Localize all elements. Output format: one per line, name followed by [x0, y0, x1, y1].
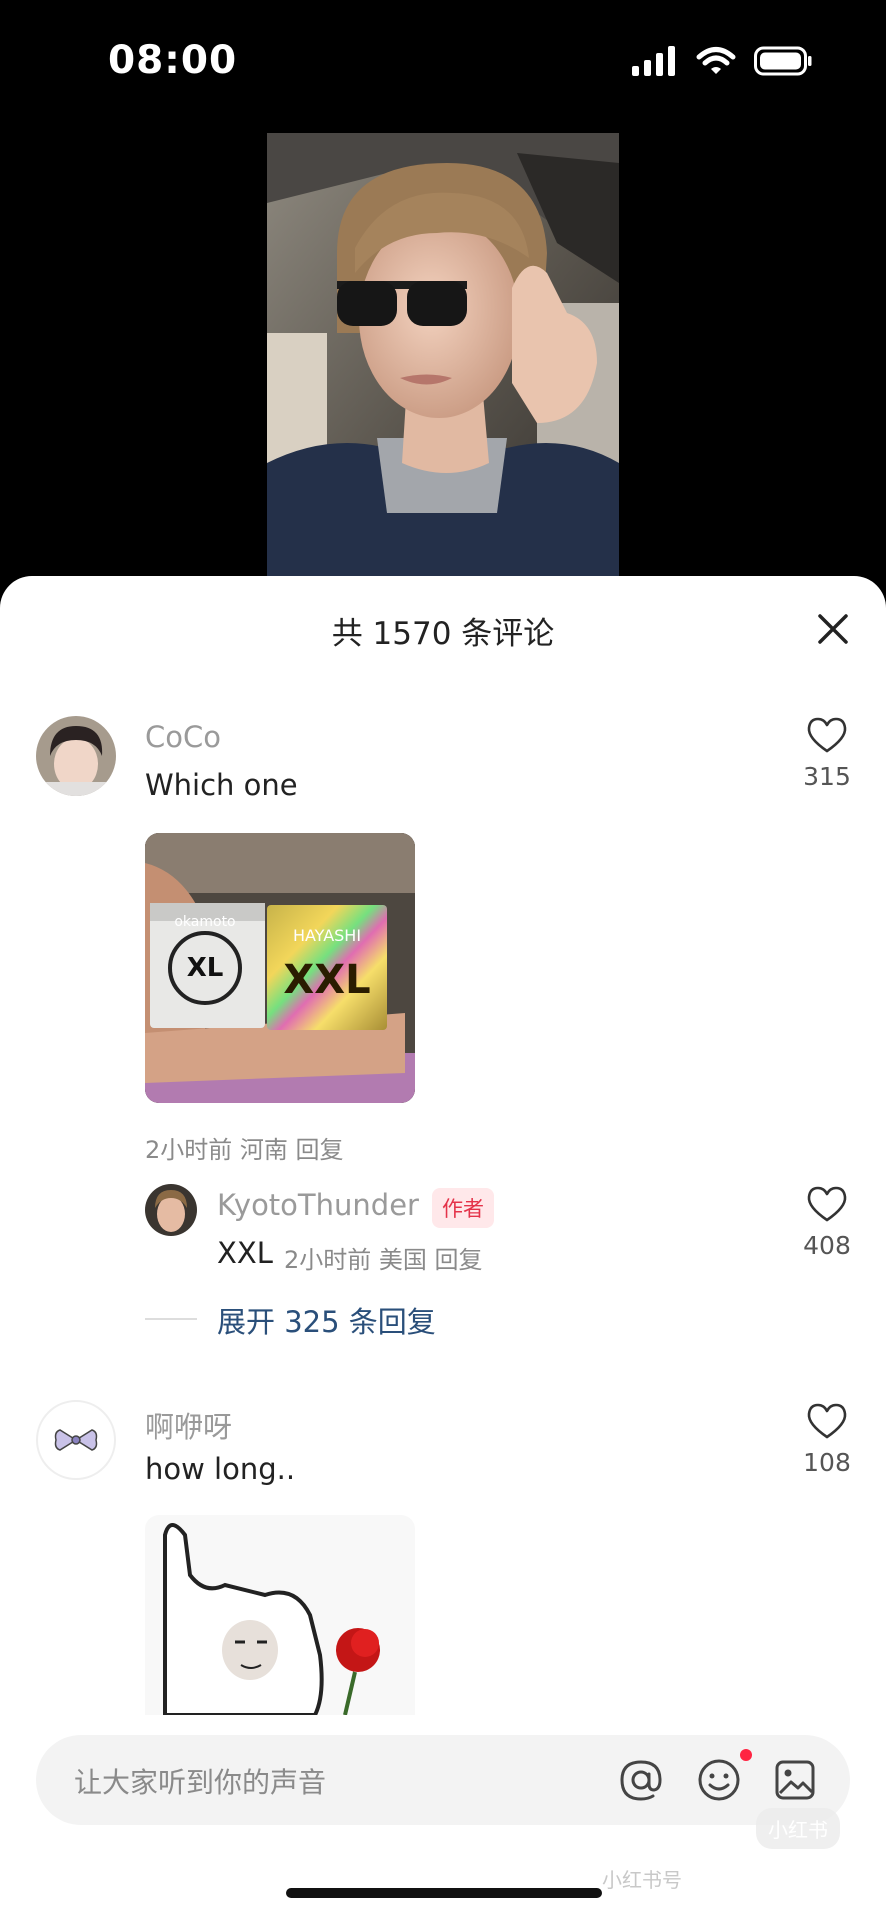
comment-text: Which one	[145, 768, 298, 802]
emoji-icon	[698, 1759, 740, 1801]
author-badge: 作者	[432, 1188, 494, 1228]
comment-text: how long..	[145, 1452, 296, 1486]
heart-icon	[807, 717, 847, 753]
wifi-icon	[696, 47, 736, 74]
expand-replies-button[interactable]: 展开 325 条回复	[217, 1299, 436, 1341]
comment-image[interactable]	[145, 1515, 415, 1715]
reply-text: XXL	[217, 1236, 273, 1270]
mention-button[interactable]	[618, 1757, 664, 1803]
heart-icon	[807, 1403, 847, 1439]
comment-image[interactable]: okamoto XL HAYASHI XXL	[145, 833, 415, 1103]
image-picker-button[interactable]	[772, 1757, 818, 1803]
battery-icon	[754, 46, 812, 76]
comment-username[interactable]: 啊咿呀	[145, 1404, 232, 1446]
like-button[interactable]: 315	[797, 716, 857, 791]
watermark-logo: 小红书	[756, 1808, 840, 1849]
like-count: 315	[803, 762, 851, 791]
like-count: 408	[803, 1231, 851, 1260]
box-left-label: XL	[187, 953, 224, 983]
video-player[interactable]	[267, 133, 619, 587]
reply-meta[interactable]: 2小时前 美国 回复	[284, 1240, 483, 1275]
box-left-brand: okamoto	[174, 914, 235, 930]
status-icons	[632, 46, 812, 76]
video-frame	[267, 133, 619, 587]
like-button[interactable]: 108	[797, 1402, 857, 1477]
avatar[interactable]	[145, 1184, 197, 1236]
box-right-label: XXL	[283, 957, 370, 1003]
status-time: 08:00	[108, 38, 238, 83]
comment-meta[interactable]: 2小时前 河南 回复	[145, 1130, 344, 1165]
close-button[interactable]	[810, 606, 856, 652]
like-button[interactable]: 408	[797, 1185, 857, 1260]
like-count: 108	[803, 1448, 851, 1477]
cellular-signal-icon	[632, 46, 675, 76]
avatar[interactable]	[36, 1400, 116, 1480]
emoji-button[interactable]	[696, 1757, 742, 1803]
expand-divider	[145, 1318, 197, 1320]
at-icon	[620, 1760, 662, 1801]
avatar[interactable]	[36, 716, 116, 796]
heart-icon	[807, 1186, 847, 1222]
notification-dot	[740, 1749, 752, 1761]
comments-count-title: 共 1570 条评论	[331, 616, 555, 652]
image-icon	[775, 1760, 815, 1800]
home-indicator[interactable]	[286, 1888, 602, 1898]
comment-input-bar[interactable]: 让大家听到你的声音	[36, 1735, 850, 1825]
box-right-brand: HAYASHI	[293, 926, 361, 945]
status-bar: 08:00	[0, 0, 886, 130]
close-icon	[818, 614, 848, 644]
reply-username[interactable]: KyotoThunder	[217, 1188, 419, 1222]
watermark-account: 小红书号	[602, 1868, 682, 1892]
screen: 08:00 共 1570 条评论 CoCo Which one 315 okam…	[0, 0, 886, 1920]
comment-input-placeholder[interactable]: 让大家听到你的声音	[74, 1761, 326, 1801]
comment-username[interactable]: CoCo	[145, 720, 221, 754]
